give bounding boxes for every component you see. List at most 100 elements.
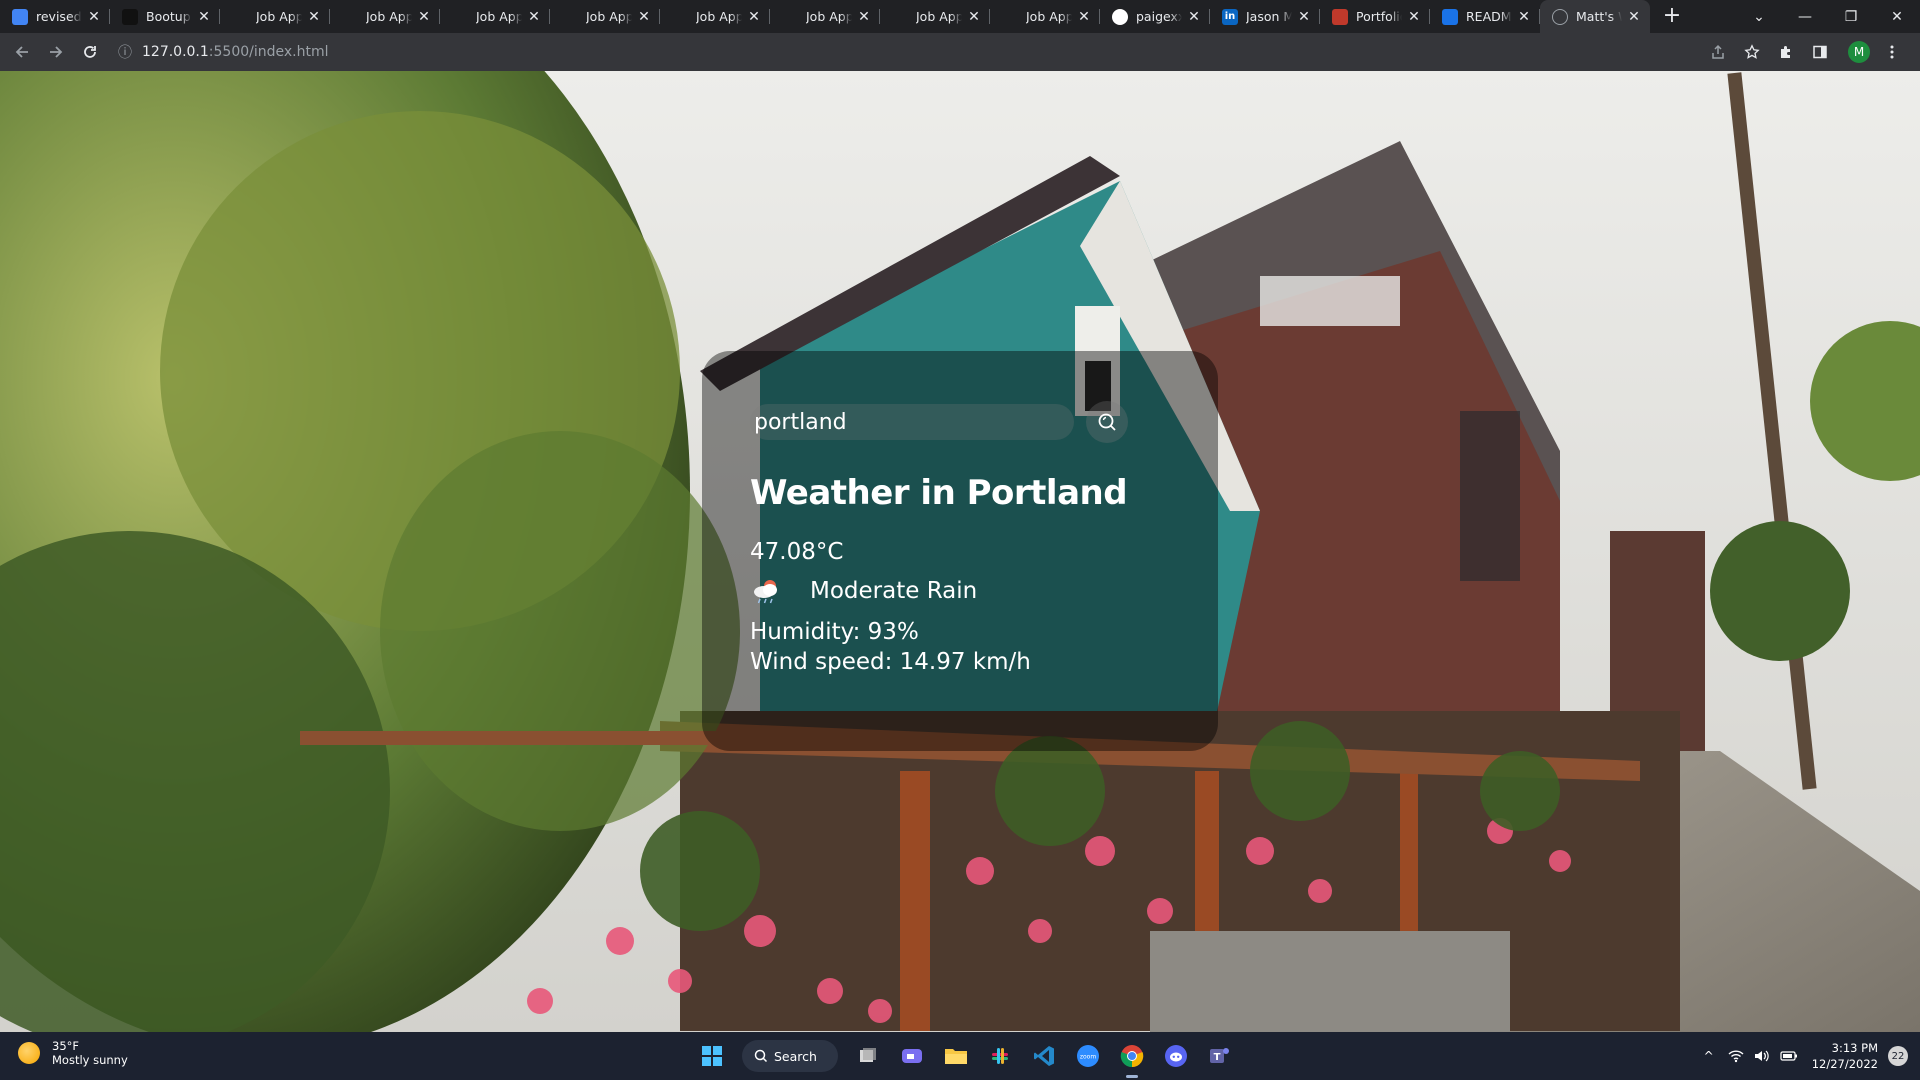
task-view-icon — [860, 1048, 876, 1062]
browser-tab[interactable]: revisedo ✕ — [0, 0, 110, 33]
new-tab-button[interactable]: + — [1658, 3, 1686, 31]
back-button[interactable] — [8, 38, 36, 66]
city-search-input[interactable] — [750, 404, 1074, 440]
discord-icon — [1165, 1045, 1187, 1067]
tab-close-icon[interactable]: ✕ — [416, 9, 432, 25]
taskbar-zoom-meetings[interactable] — [894, 1038, 930, 1074]
tab-close-icon[interactable]: ✕ — [306, 9, 322, 25]
browser-tab[interactable]: Portfolio ✕ — [1320, 0, 1430, 33]
blank-icon — [892, 9, 908, 25]
minimize-button[interactable]: — — [1782, 0, 1828, 33]
browser-tab[interactable]: Job Appl ✕ — [330, 0, 440, 33]
start-button[interactable] — [694, 1038, 730, 1074]
tab-title: Job Appl — [696, 9, 742, 24]
globe-icon — [1552, 8, 1568, 25]
tab-close-icon[interactable]: ✕ — [1626, 9, 1642, 25]
tab-title: revisedo — [36, 9, 82, 24]
notification-badge[interactable]: 22 — [1888, 1046, 1908, 1066]
side-panel-button[interactable] — [1806, 38, 1834, 66]
taskbar-teams[interactable]: T — [1202, 1038, 1238, 1074]
clock-date: 12/27/2022 — [1811, 1057, 1878, 1071]
back-arrow-icon — [15, 46, 28, 58]
wifi-icon[interactable] — [1728, 1049, 1744, 1063]
tab-close-icon[interactable]: ✕ — [1076, 9, 1092, 25]
extensions-button[interactable] — [1772, 38, 1800, 66]
tab-title: Job Appl — [806, 9, 852, 24]
tab-title: Portfolio — [1356, 9, 1402, 24]
site-info-icon[interactable]: ⓘ — [118, 42, 132, 62]
volume-icon[interactable] — [1754, 1049, 1770, 1063]
reload-icon — [84, 46, 96, 58]
browser-tab[interactable]: in Jason M ✕ — [1210, 0, 1320, 33]
tab-close-icon[interactable]: ✕ — [1296, 9, 1312, 25]
browser-tab[interactable]: Job Appl ✕ — [440, 0, 550, 33]
browser-tab[interactable]: Job Appl ✕ — [550, 0, 660, 33]
blank-icon — [342, 9, 358, 25]
vscode-icon — [1034, 1046, 1054, 1066]
close-window-button[interactable]: ✕ — [1874, 0, 1920, 33]
blank-icon — [1002, 9, 1018, 25]
taskbar-file-explorer[interactable] — [938, 1038, 974, 1074]
rain-cloud-icon — [754, 580, 777, 604]
zoom-meetings-icon — [902, 1049, 922, 1063]
browser-toolbar: ⓘ 127.0.0.1:5500/index.html M — [0, 33, 1920, 71]
taskbar-discord[interactable] — [1158, 1038, 1194, 1074]
forward-button[interactable] — [42, 38, 70, 66]
toolbar-actions: M — [1704, 38, 1912, 66]
tab-close-icon[interactable]: ✕ — [966, 9, 982, 25]
browser-tab[interactable]: Job Appl ✕ — [880, 0, 990, 33]
browser-tab[interactable]: Job Appl ✕ — [990, 0, 1100, 33]
show-hidden-icons-icon[interactable]: ^ — [1704, 1049, 1714, 1063]
profile-avatar[interactable]: M — [1848, 41, 1870, 63]
tab-close-icon[interactable]: ✕ — [86, 9, 102, 25]
kebab-menu-icon — [1890, 45, 1894, 59]
bookmark-button[interactable] — [1738, 38, 1766, 66]
browser-tab[interactable]: README ✕ — [1430, 0, 1540, 33]
task-view-button[interactable] — [850, 1038, 886, 1074]
browser-tab-strip: revisedo✕Bootup✕Job Appl✕Job Appl✕Job Ap… — [0, 0, 1920, 33]
taskbar-search-button[interactable]: Search — [742, 1040, 838, 1072]
share-button[interactable] — [1704, 38, 1732, 66]
search-icon — [754, 1049, 768, 1063]
system-clock[interactable]: 3:13 PM 12/27/2022 — [1812, 1040, 1878, 1072]
puzzle-icon — [1781, 46, 1790, 58]
battery-icon[interactable] — [1780, 1050, 1798, 1062]
browser-tab[interactable]: paigexx ✕ — [1100, 0, 1210, 33]
bootup-icon — [122, 8, 138, 25]
forward-arrow-icon — [50, 46, 63, 58]
tab-title: Job Appl — [1026, 9, 1072, 24]
readme-icon — [1442, 8, 1458, 25]
search-button[interactable] — [1086, 401, 1128, 443]
tab-title: README — [1466, 9, 1512, 24]
reload-button[interactable] — [76, 38, 104, 66]
taskbar-weather-widget[interactable]: 35°F Mostly sunny — [18, 1039, 128, 1067]
address-bar[interactable]: ⓘ 127.0.0.1:5500/index.html — [118, 38, 1692, 66]
github-icon — [1112, 8, 1128, 25]
restore-button[interactable]: ❐ — [1828, 0, 1874, 33]
tab-title: Job Appl — [586, 9, 632, 24]
tab-close-icon[interactable]: ✕ — [1406, 9, 1422, 25]
blank-icon — [672, 9, 688, 25]
tab-close-icon[interactable]: ✕ — [1516, 9, 1532, 25]
taskbar-zoom[interactable]: zoom — [1070, 1038, 1106, 1074]
taskbar-slack[interactable] — [982, 1038, 1018, 1074]
tab-search-icon[interactable]: ⌄ — [1736, 0, 1782, 33]
taskbar-chrome[interactable] — [1114, 1038, 1150, 1078]
browser-tab[interactable]: Bootup ✕ — [110, 0, 220, 33]
blank-icon — [452, 9, 468, 25]
tab-close-icon[interactable]: ✕ — [526, 9, 542, 25]
tab-close-icon[interactable]: ✕ — [1186, 9, 1202, 25]
menu-button[interactable] — [1878, 38, 1906, 66]
tab-close-icon[interactable]: ✕ — [196, 9, 212, 25]
temperature: 47.08°C — [750, 539, 844, 565]
browser-tab[interactable]: Job Appl ✕ — [220, 0, 330, 33]
browser-tab[interactable]: Job Appl ✕ — [770, 0, 880, 33]
tab-close-icon[interactable]: ✕ — [856, 9, 872, 25]
taskbar-vscode[interactable] — [1026, 1038, 1062, 1074]
tab-close-icon[interactable]: ✕ — [636, 9, 652, 25]
tab-title: Matt's W — [1576, 9, 1622, 24]
browser-tab[interactable]: Job Appl ✕ — [660, 0, 770, 33]
weather-description: Moderate Rain — [810, 578, 978, 604]
tab-close-icon[interactable]: ✕ — [746, 9, 762, 25]
browser-tab[interactable]: Matt's W ✕ — [1540, 0, 1650, 33]
